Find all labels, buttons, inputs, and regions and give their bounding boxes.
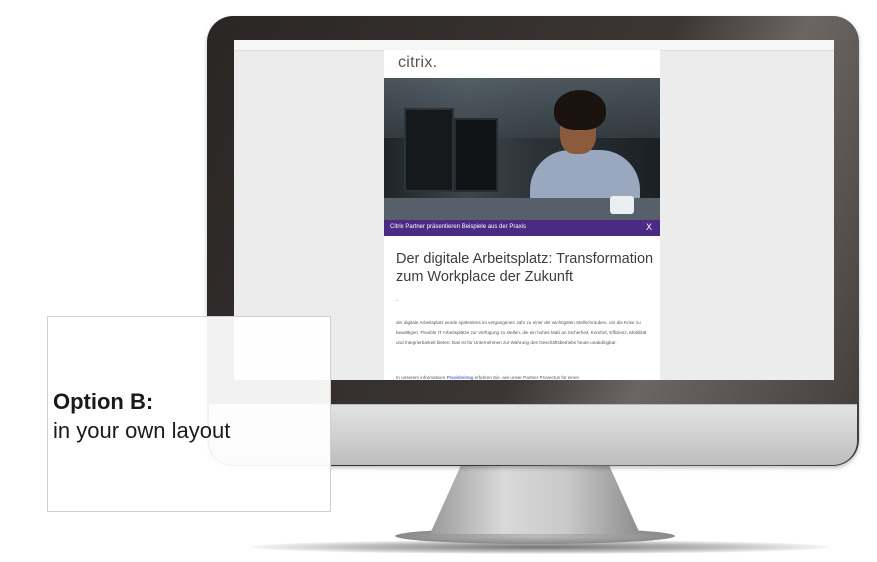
mug <box>610 196 634 214</box>
option-title: Option B: <box>53 389 154 414</box>
cta-suffix: erfahren Sie, wie unser Partner Provectu… <box>473 375 580 380</box>
email-body: der digitale Arbeitsplatz wurde späteste… <box>396 320 647 345</box>
email-preview: citrix. Citrix Partner präsentieren Beis… <box>384 50 660 380</box>
office-monitor <box>454 118 498 192</box>
separator-dash: - <box>396 298 398 304</box>
email-headline: Der digitale Arbeitsplatz: Transformatio… <box>396 251 654 285</box>
cta-prefix: In unserem informativen <box>396 375 447 380</box>
monitor-neck <box>430 464 640 534</box>
citrix-logo: citrix. <box>398 54 438 71</box>
email-cta: In unserem informativen Praxisbeitrag er… <box>396 373 654 380</box>
hero-image <box>384 78 660 226</box>
partner-banner: Citrix Partner präsentieren Beispiele au… <box>384 220 660 236</box>
person-hair <box>554 90 606 130</box>
option-b-callout: Option B: in your own layout <box>47 316 331 512</box>
option-subtitle: in your own layout <box>53 418 231 443</box>
close-icon[interactable]: X <box>646 222 652 232</box>
banner-text: Citrix Partner präsentieren Beispiele au… <box>390 224 527 230</box>
praxisbeitrag-link[interactable]: Praxisbeitrag <box>447 375 474 380</box>
office-monitor <box>404 108 454 192</box>
